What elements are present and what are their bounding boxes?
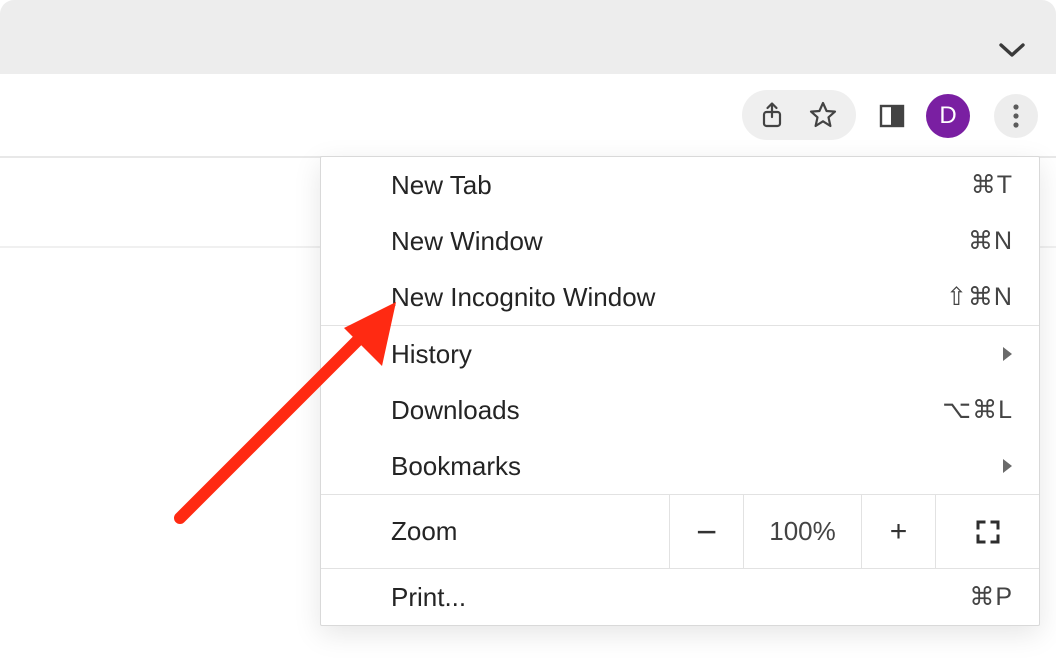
menu-item-label: History <box>391 339 1001 370</box>
submenu-arrow-icon <box>1001 458 1013 474</box>
menu-item-shortcut: ⌥⌘L <box>942 395 1013 425</box>
tab-overflow-chevron-icon[interactable] <box>998 42 1026 58</box>
omnibox-actions <box>742 90 856 140</box>
menu-item-bookmarks[interactable]: Bookmarks <box>321 438 1039 494</box>
menu-item-label: New Window <box>391 226 968 257</box>
zoom-level: 100% <box>743 495 861 568</box>
menu-item-new-window[interactable]: New Window ⌘N <box>321 213 1039 269</box>
menu-item-history[interactable]: History <box>321 326 1039 382</box>
menu-item-shortcut: ⇧⌘N <box>946 282 1013 312</box>
menu-item-downloads[interactable]: Downloads ⌥⌘L <box>321 382 1039 438</box>
menu-item-zoom: Zoom − 100% + <box>321 494 1039 568</box>
zoom-in-button[interactable]: + <box>861 495 935 568</box>
menu-item-print[interactable]: Print... ⌘P <box>321 569 1039 625</box>
menu-item-new-incognito[interactable]: New Incognito Window ⇧⌘N <box>321 269 1039 325</box>
menu-item-shortcut: ⌘N <box>968 226 1013 256</box>
kebab-menu-button[interactable] <box>994 94 1038 138</box>
profile-avatar[interactable]: D <box>926 94 970 138</box>
fullscreen-icon <box>974 518 1002 546</box>
menu-item-shortcut: ⌘P <box>969 582 1013 612</box>
main-menu: New Tab ⌘T New Window ⌘N New Incognito W… <box>320 156 1040 626</box>
submenu-arrow-icon <box>1001 346 1013 362</box>
fullscreen-button[interactable] <box>935 495 1039 568</box>
bookmark-star-icon[interactable] <box>808 100 838 130</box>
browser-toolbar: D <box>0 74 1056 154</box>
menu-item-new-tab[interactable]: New Tab ⌘T <box>321 157 1039 213</box>
profile-initial: D <box>939 102 956 130</box>
share-icon[interactable] <box>760 101 784 129</box>
menu-item-label: New Incognito Window <box>391 282 946 313</box>
tab-strip <box>0 0 1056 74</box>
menu-item-label: New Tab <box>391 170 971 201</box>
side-panel-icon[interactable] <box>878 102 906 130</box>
menu-item-shortcut: ⌘T <box>971 170 1013 200</box>
menu-item-label: Bookmarks <box>391 451 1001 482</box>
zoom-out-button[interactable]: − <box>669 495 743 568</box>
menu-item-label: Downloads <box>391 395 942 426</box>
zoom-label: Zoom <box>321 495 669 568</box>
menu-item-label: Print... <box>391 582 969 613</box>
